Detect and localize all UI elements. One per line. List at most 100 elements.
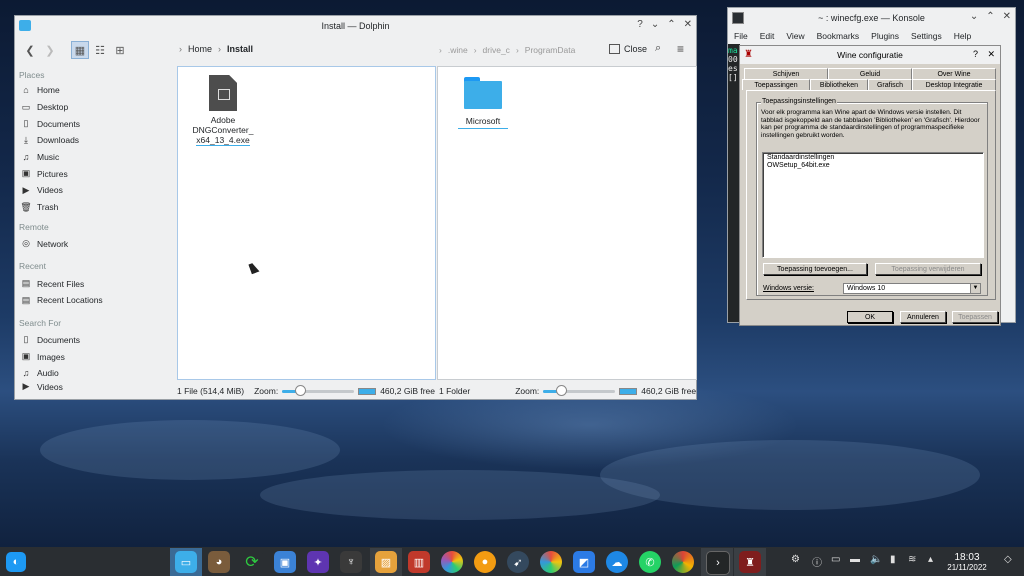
- tab-applications[interactable]: Toepassingen: [742, 79, 810, 90]
- icons-view-icon[interactable]: ▦: [71, 41, 89, 59]
- wine-glass-app-icon[interactable]: ♆: [340, 551, 362, 573]
- sidebar-item-documents[interactable]: ▯ Documents: [15, 115, 175, 132]
- whatsapp-icon[interactable]: ✆: [639, 551, 661, 573]
- tab-graphics[interactable]: Grafisch: [868, 79, 912, 90]
- wine-titlebar[interactable]: ♜ Wine configuratie ? ✕: [740, 46, 1000, 64]
- store-app-icon[interactable]: ▣: [274, 551, 296, 573]
- tab-about[interactable]: Over Wine: [912, 68, 996, 79]
- close-window-button[interactable]: ✕: [987, 49, 995, 60]
- sidebar-item-search-documents[interactable]: ▯ Documents: [15, 332, 175, 349]
- chromium-like-icon[interactable]: [540, 551, 562, 573]
- clipboard-tray-icon[interactable]: ⓘ: [812, 554, 822, 569]
- sidebar-item-downloads[interactable]: ⤓ Downloads: [15, 132, 175, 149]
- dolphin-task-icon[interactable]: ▭: [175, 551, 197, 573]
- pets-app-icon[interactable]: ◕: [208, 551, 230, 573]
- sidebar-item-search-images[interactable]: ▣ Images: [15, 348, 175, 365]
- breadcrumb-install[interactable]: Install: [227, 44, 253, 54]
- sidebar-item-recent-locations[interactable]: ▤ Recent Locations: [15, 292, 175, 309]
- dropdown-arrow-icon[interactable]: ▼: [970, 284, 980, 293]
- sidebar-item-desktop[interactable]: ▭ Desktop: [15, 99, 175, 116]
- remove-application-button[interactable]: Toepassing verwijderen: [875, 263, 981, 275]
- list-item[interactable]: OWSetup_64bit.exe: [763, 162, 983, 169]
- add-application-button[interactable]: Toepassing toevoegen...: [763, 263, 867, 275]
- tab-audio[interactable]: Geluid: [828, 68, 912, 79]
- chrome-icon[interactable]: [672, 551, 694, 573]
- forward-icon[interactable]: ❯: [41, 41, 59, 59]
- volume-tray-icon[interactable]: 🔈: [870, 554, 882, 565]
- back-icon[interactable]: ❮: [21, 41, 39, 59]
- tab-desktop-integration[interactable]: Desktop Integratie: [912, 79, 996, 90]
- sidebar-item-search-audio[interactable]: ♫ Audio: [15, 365, 175, 382]
- zoom-slider-knob[interactable]: [556, 384, 568, 396]
- close-window-button[interactable]: ✕: [684, 19, 692, 30]
- image-viewer-icon[interactable]: ▨: [375, 551, 397, 573]
- photo-app-icon[interactable]: ◩: [573, 551, 595, 573]
- sidebar-item-search-videos[interactable]: ▶ Videos: [15, 382, 175, 392]
- menu-plugins[interactable]: Plugins: [871, 31, 899, 41]
- maximize-button[interactable]: ⌃: [986, 11, 994, 22]
- wine-task-icon[interactable]: ♜: [739, 551, 761, 573]
- minimize-button[interactable]: ⌄: [651, 19, 659, 30]
- sidebar-item-pictures[interactable]: ▣ Pictures: [15, 165, 175, 182]
- ok-button[interactable]: OK: [847, 311, 893, 323]
- expand-tray-icon[interactable]: ▴: [928, 554, 933, 565]
- sidebar-item-home[interactable]: ⌂ Home: [15, 82, 175, 99]
- menu-bookmarks[interactable]: Bookmarks: [817, 31, 860, 41]
- sidebar-item-recent-files[interactable]: ▤ Recent Files: [15, 275, 175, 292]
- tab-drives[interactable]: Schijven: [744, 68, 828, 79]
- books-app-icon[interactable]: ▥: [408, 551, 430, 573]
- left-view-pane[interactable]: Adobe DNGConverter_ x64_13_4.exe: [177, 66, 436, 380]
- breadcrumb-wine[interactable]: .wine: [448, 45, 468, 55]
- clock[interactable]: 18:03 21/11/2022: [942, 552, 992, 572]
- sidebar-item-music[interactable]: ♫ Music: [15, 149, 175, 166]
- menu-edit[interactable]: Edit: [760, 31, 775, 41]
- menu-file[interactable]: File: [734, 31, 748, 41]
- maximize-button[interactable]: ⌃: [667, 19, 675, 30]
- tab-libraries[interactable]: Bibliotheken: [810, 79, 868, 90]
- application-list[interactable]: Standaardinstellingen OWSetup_64bit.exe: [762, 152, 984, 258]
- list-item[interactable]: Standaardinstellingen: [763, 153, 983, 162]
- windows-version-select[interactable]: Windows 10 ▼: [843, 283, 981, 294]
- settings-tray-icon[interactable]: ⚙: [791, 554, 800, 565]
- minimize-button[interactable]: ⌄: [970, 11, 978, 22]
- zoom-slider-knob[interactable]: [295, 384, 307, 396]
- folder-item[interactable]: Microsoft: [458, 75, 508, 129]
- menu-help[interactable]: Help: [954, 31, 971, 41]
- zoom-slider[interactable]: [282, 384, 355, 396]
- compact-view-icon[interactable]: ☷: [91, 41, 109, 59]
- cloud-app-icon[interactable]: ☁: [606, 551, 628, 573]
- konsole-task-icon[interactable]: ›: [706, 551, 730, 575]
- help-button[interactable]: ?: [637, 19, 643, 30]
- help-button[interactable]: ?: [973, 49, 978, 59]
- folder-tray-icon[interactable]: ▬: [850, 554, 860, 565]
- file-item[interactable]: Adobe DNGConverter_ x64_13_4.exe: [188, 75, 258, 146]
- sync-app-icon[interactable]: ⟳: [241, 551, 263, 573]
- sidebar-item-network[interactable]: ◎ Network: [15, 236, 175, 253]
- hamburger-menu-icon[interactable]: ≡: [677, 42, 684, 56]
- sidebar-item-videos[interactable]: ▶ Videos: [15, 182, 175, 199]
- wifi-tray-icon[interactable]: ≋: [908, 554, 916, 565]
- close-window-button[interactable]: ✕: [1003, 11, 1011, 22]
- details-view-icon[interactable]: ⊞: [111, 41, 129, 59]
- show-desktop-icon[interactable]: ◇: [1004, 554, 1012, 565]
- right-view-pane[interactable]: Microsoft: [437, 66, 697, 380]
- konsole-titlebar[interactable]: ~ : winecfg.exe — Konsole ⌄ ⌃ ✕: [728, 8, 1015, 28]
- color-app-icon[interactable]: [441, 551, 463, 573]
- breadcrumb-programdata[interactable]: ProgramData: [525, 45, 576, 55]
- cancel-button[interactable]: Annuleren: [900, 311, 946, 323]
- storage-tray-icon[interactable]: ▮: [890, 554, 896, 565]
- notes-tray-icon[interactable]: ▭: [831, 554, 840, 565]
- breadcrumb-drive-c[interactable]: drive_c: [483, 45, 510, 55]
- disc-app-icon[interactable]: ●: [474, 551, 496, 573]
- zoom-slider[interactable]: [543, 384, 616, 396]
- wizard-app-icon[interactable]: ✦: [307, 551, 329, 573]
- app-launcher-icon[interactable]: ◐: [6, 552, 26, 572]
- menu-view[interactable]: View: [786, 31, 804, 41]
- breadcrumb-home[interactable]: Home: [188, 44, 212, 54]
- compass-app-icon[interactable]: ➹: [507, 551, 529, 573]
- apply-button[interactable]: Toepassen: [952, 311, 998, 323]
- split-close-button[interactable]: Close: [609, 44, 647, 54]
- search-icon[interactable]: ⌕: [655, 42, 661, 55]
- menu-settings[interactable]: Settings: [911, 31, 942, 41]
- dolphin-titlebar[interactable]: Install — Dolphin ? ⌄ ⌃ ✕: [15, 16, 696, 36]
